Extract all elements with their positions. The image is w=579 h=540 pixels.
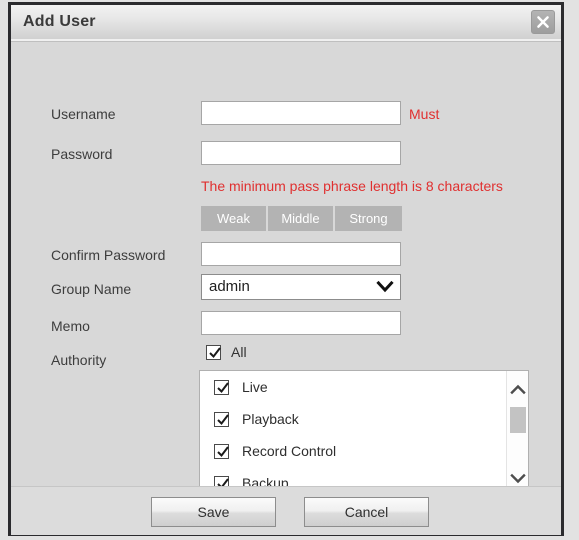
- authority-checkbox-record-control[interactable]: [214, 443, 229, 459]
- screen: Add User Username Must Password The mini…: [0, 0, 579, 540]
- scrollbar-thumb[interactable]: [510, 407, 526, 433]
- authority-label-live: Live: [242, 379, 268, 395]
- check-icon: [209, 346, 221, 358]
- authority-list-scrollbar[interactable]: [506, 371, 528, 504]
- strength-middle: Middle: [268, 206, 335, 231]
- memo-input[interactable]: [201, 311, 401, 335]
- username-input[interactable]: [201, 101, 401, 125]
- memo-label: Memo: [51, 318, 90, 334]
- dialog-title: Add User: [23, 13, 96, 30]
- strength-weak: Weak: [201, 206, 268, 231]
- close-button[interactable]: [531, 10, 555, 34]
- strength-strong: Strong: [335, 206, 402, 231]
- authority-label: Authority: [51, 352, 107, 368]
- chevron-down-icon: [376, 280, 394, 299]
- authority-label-record-control: Record Control: [242, 443, 337, 459]
- check-icon: [217, 445, 229, 457]
- scroll-down-button[interactable]: [507, 468, 528, 488]
- chevron-down-icon: [509, 473, 526, 483]
- authority-all-checkbox[interactable]: [206, 344, 221, 360]
- password-input[interactable]: [201, 141, 401, 165]
- list-item[interactable]: Record Control: [200, 435, 506, 467]
- password-label: Password: [51, 146, 113, 162]
- authority-label-playback: Playback: [242, 411, 299, 427]
- list-item[interactable]: Playback: [200, 403, 506, 435]
- group-name-label: Group Name: [51, 281, 132, 297]
- username-required-note: Must: [409, 106, 440, 122]
- group-name-value: admin: [209, 278, 250, 295]
- save-button[interactable]: Save: [151, 497, 276, 527]
- dialog-titlebar: Add User: [11, 5, 561, 42]
- dialog-body: Username Must Password The minimum pass …: [11, 42, 561, 505]
- add-user-dialog: Add User Username Must Password The mini…: [8, 2, 564, 536]
- list-item[interactable]: Live: [200, 371, 506, 403]
- authority-checkbox-playback[interactable]: [214, 411, 229, 427]
- confirm-password-label: Confirm Password: [51, 247, 166, 263]
- close-icon: [537, 16, 549, 28]
- scroll-up-button[interactable]: [507, 379, 528, 399]
- authority-list: Live Playback Record Control Backup: [199, 370, 529, 505]
- check-icon: [217, 381, 229, 393]
- password-strength-meter: Weak Middle Strong: [201, 206, 402, 231]
- cancel-button[interactable]: Cancel: [304, 497, 429, 527]
- authority-all-label: All: [231, 344, 247, 360]
- chevron-up-icon: [509, 384, 526, 394]
- check-icon: [217, 413, 229, 425]
- confirm-password-input[interactable]: [201, 242, 401, 266]
- authority-checkbox-live[interactable]: [214, 379, 229, 395]
- authority-all-row[interactable]: All: [206, 344, 247, 360]
- password-hint: The minimum pass phrase length is 8 char…: [201, 178, 503, 194]
- group-name-select[interactable]: admin: [201, 274, 401, 300]
- username-label: Username: [51, 106, 116, 122]
- dialog-footer: Save Cancel: [11, 486, 561, 535]
